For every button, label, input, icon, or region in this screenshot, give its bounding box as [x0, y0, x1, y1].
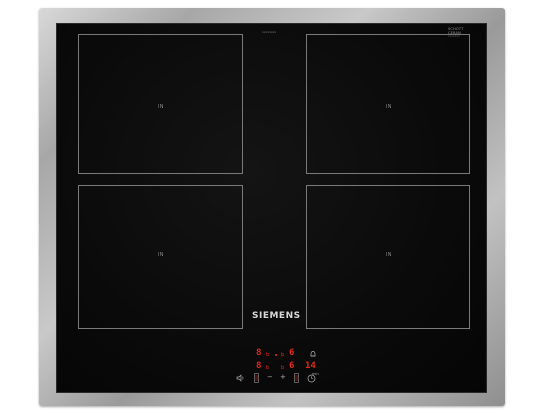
child-lock-icon[interactable]	[254, 373, 259, 383]
timer-icon[interactable]	[294, 373, 299, 383]
zone-mark-top-right: IN	[386, 104, 392, 110]
clock-icon[interactable]	[307, 374, 316, 383]
speaker-icon[interactable]	[236, 374, 246, 382]
power-prefix-right-1: b	[281, 352, 285, 358]
power-suffix-left-1: b	[266, 352, 270, 358]
plus-button[interactable]: +	[280, 374, 286, 381]
timer-display: 14	[305, 361, 316, 371]
top-marking: xxxxxxxx	[262, 30, 277, 34]
power-level-display-right-2: 6	[289, 361, 295, 371]
minus-button[interactable]: −	[267, 374, 273, 381]
zone-mark-bottom-left: IN	[158, 252, 164, 258]
power-level-display-left-2: 8	[256, 361, 262, 371]
zone-mark-bottom-right: IN	[386, 252, 392, 258]
power-suffix-left-2: b	[266, 365, 270, 371]
indicator-dot-row1	[275, 354, 277, 356]
bell-icon[interactable]	[309, 350, 317, 358]
power-level-display-right-1: 6	[289, 348, 295, 358]
power-level-display-left-1: 8	[256, 348, 262, 358]
brand-logo: SIEMENS	[252, 311, 301, 321]
zone-mark-top-left: IN	[158, 104, 164, 110]
power-prefix-right-2: b	[281, 365, 285, 371]
